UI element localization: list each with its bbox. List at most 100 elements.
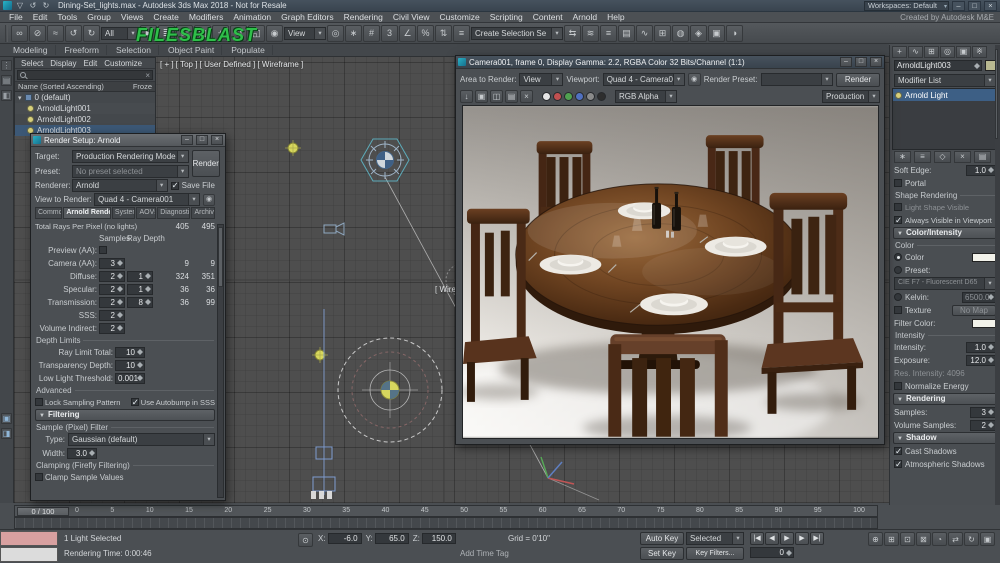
menu-item[interactable]: Customize: [435, 12, 485, 22]
layer-explorer-icon[interactable]: ≡: [600, 24, 617, 42]
render-production-icon[interactable]: ◑: [726, 24, 743, 42]
dock-icon[interactable]: ▤: [1, 75, 12, 86]
filter-type-dropdown[interactable]: Gaussian (default): [68, 433, 215, 446]
menu-item[interactable]: Graph Editors: [276, 12, 338, 22]
ribbon-tab[interactable]: Selection: [109, 45, 159, 55]
ray-depth-spinner[interactable]: 1: [127, 270, 153, 282]
maximize-button[interactable]: □: [196, 135, 208, 145]
save-file-checkbox[interactable]: [170, 180, 179, 191]
name-column-header[interactable]: Name (Sorted Ascending): [18, 82, 133, 91]
ribbon-tab[interactable]: Populate: [224, 45, 273, 55]
minimize-button[interactable]: –: [181, 135, 193, 145]
texture-checkbox[interactable]: [894, 306, 902, 314]
rfw-titlebar[interactable]: Camera001, frame 0, Display Gamma: 2.2, …: [456, 56, 884, 69]
target-dropdown[interactable]: Production Rendering Mode: [72, 150, 189, 163]
material-editor-icon[interactable]: ◍: [672, 24, 689, 42]
preset-radio[interactable]: [894, 266, 902, 274]
undo-icon[interactable]: ↺: [65, 24, 82, 42]
current-frame-field[interactable]: 0: [750, 547, 794, 558]
menu-item[interactable]: Modifiers: [184, 12, 228, 22]
coordinate-display[interactable]: Z: 150.0: [413, 533, 456, 544]
render-preset-dropdown[interactable]: [760, 73, 833, 86]
unlink-selection-icon[interactable]: ⊘: [29, 24, 46, 42]
menu-item[interactable]: Views: [116, 12, 149, 22]
create-tab-icon[interactable]: +: [892, 46, 907, 58]
display-red-button[interactable]: [553, 91, 562, 101]
samples-spinner[interactable]: 3: [970, 406, 996, 418]
ribbon-tab[interactable]: Freeform: [58, 45, 107, 55]
select-and-place-icon[interactable]: ◉: [266, 24, 283, 42]
next-frame-button[interactable]: ▶: [795, 532, 809, 545]
preset-dropdown[interactable]: No preset selected: [72, 165, 189, 178]
undo-icon[interactable]: ↺: [28, 1, 38, 11]
dialog-scrollbar[interactable]: [217, 224, 224, 498]
kelvin-radio[interactable]: [894, 293, 902, 301]
samples-spinner[interactable]: 2: [99, 309, 125, 321]
explorer-row[interactable]: ArnoldLight001: [15, 103, 155, 114]
lock-sampling-checkbox[interactable]: [35, 398, 43, 406]
area-to-render-dropdown[interactable]: View: [519, 73, 564, 86]
menu-item[interactable]: Group: [82, 12, 116, 22]
menu-item[interactable]: Scripting: [485, 12, 528, 22]
display-rgb-button[interactable]: [542, 91, 551, 101]
ribbon-tab[interactable]: Object Paint: [161, 45, 223, 55]
set-key-button[interactable]: Set Key: [640, 547, 684, 560]
display-green-button[interactable]: [564, 91, 573, 101]
explorer-row[interactable]: ArnoldLight002: [15, 114, 155, 125]
display-mono-button[interactable]: [586, 91, 595, 101]
viewport-label[interactable]: [ + ] [ Top ] [ User Defined ] [ Wirefra…: [160, 60, 303, 69]
view-to-render-dropdown[interactable]: Quad 4 - Camera001: [94, 193, 200, 206]
samples-spinner[interactable]: 2: [99, 296, 125, 308]
dock-icon[interactable]: ◨: [1, 428, 12, 439]
select-and-link-icon[interactable]: ∞: [11, 24, 28, 42]
stack-item-arnold-light[interactable]: Arnold Light: [893, 89, 997, 101]
titlebar[interactable]: ▽ ↺ ↻ Dining-Set_lights.max - Autodesk 3ds…: [0, 0, 1000, 12]
maximize-viewport-icon[interactable]: ▣: [980, 532, 995, 546]
clear-image-icon[interactable]: ×: [520, 89, 533, 103]
filtering-rollout[interactable]: Filtering: [35, 409, 215, 421]
go-to-end-button[interactable]: ▶|: [810, 532, 824, 545]
utilities-tab-icon[interactable]: ※: [972, 46, 987, 58]
redo-icon[interactable]: ↻: [41, 1, 51, 11]
tab-archive[interactable]: Archive: [191, 207, 216, 219]
save-file-icon[interactable]: ▽: [15, 1, 25, 11]
mirror-icon[interactable]: ⇆: [564, 24, 581, 42]
atmospheric-shadows-checkbox[interactable]: [894, 459, 902, 470]
print-image-icon[interactable]: ▤: [505, 89, 518, 103]
close-button[interactable]: ×: [870, 57, 882, 67]
coordinate-display[interactable]: Y: 65.0: [366, 533, 409, 544]
depth-spinner[interactable]: 0.001: [115, 372, 145, 384]
zoom-all-icon[interactable]: ⊞: [884, 532, 899, 546]
bind-to-space-warp-icon[interactable]: ≈: [47, 24, 64, 42]
samples-spinner[interactable]: 2: [99, 322, 125, 334]
schematic-view-icon[interactable]: ⊞: [654, 24, 671, 42]
angle-snap-icon[interactable]: ∠: [399, 24, 416, 42]
color-intensity-rollout[interactable]: Color/Intensity: [893, 227, 997, 239]
keyboard-override-icon[interactable]: #: [363, 24, 380, 42]
copy-image-icon[interactable]: ▣: [475, 89, 488, 103]
go-to-start-button[interactable]: |◀: [750, 532, 764, 545]
selected-filter-dropdown[interactable]: Selected: [686, 532, 744, 545]
kelvin-spinner[interactable]: 6500.0: [962, 291, 996, 303]
dock-icon[interactable]: ⋮: [1, 60, 12, 71]
clamp-values-checkbox[interactable]: [35, 473, 43, 481]
previous-frame-button[interactable]: ◀: [765, 532, 779, 545]
shadow-rollout[interactable]: Shadow: [893, 432, 997, 444]
channel-display-dropdown[interactable]: RGB Alpha: [615, 89, 677, 103]
search-input[interactable]: ×: [17, 70, 153, 80]
render-button[interactable]: Render: [191, 150, 220, 177]
pan-icon[interactable]: ⇄: [948, 532, 963, 546]
render-button[interactable]: Render: [836, 72, 880, 87]
remove-modifier-icon[interactable]: ×: [954, 151, 971, 163]
play-button[interactable]: ▶: [780, 532, 794, 545]
maxscript-mini-listener-script[interactable]: [0, 547, 58, 562]
align-icon[interactable]: ≋: [582, 24, 599, 42]
lock-viewport-icon[interactable]: ◉: [687, 73, 701, 86]
maxscript-mini-listener-macro[interactable]: [0, 531, 58, 546]
cast-shadows-checkbox[interactable]: [894, 446, 902, 457]
menu-item[interactable]: Animation: [228, 12, 276, 22]
dock-icon[interactable]: ▣: [1, 413, 12, 424]
display-tab-icon[interactable]: ▣: [956, 46, 971, 58]
pin-stack-icon[interactable]: ∗: [894, 151, 911, 163]
menu-item[interactable]: Arnold: [568, 12, 603, 22]
